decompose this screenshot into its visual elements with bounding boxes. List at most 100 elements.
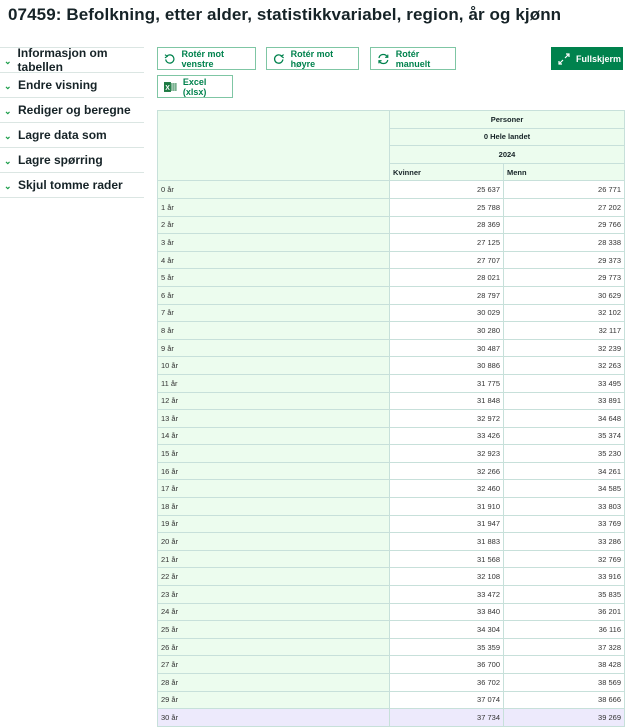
- cell-menn: 26 771: [503, 180, 625, 199]
- cell-kvinner: 31 910: [389, 497, 504, 516]
- cell-menn: 32 263: [503, 356, 625, 375]
- header-statistic: Personer: [389, 110, 625, 129]
- cell-kvinner: 27 125: [389, 233, 504, 252]
- sidebar-item-label: Endre visning: [18, 78, 98, 92]
- row-label: 9 år: [157, 338, 390, 358]
- rotate-right-button[interactable]: Rotér mot høyre: [266, 47, 359, 70]
- row-label: 3 år: [157, 233, 390, 252]
- page-title: 07459: Befolkning, etter alder, statisti…: [8, 5, 562, 24]
- cell-kvinner: 36 702: [389, 673, 504, 692]
- table-row: 12 år 31 848 33 891: [157, 391, 625, 411]
- table-row: 8 år 30 280 32 117: [157, 321, 625, 340]
- excel-download-button[interactable]: X Excel (xlsx): [157, 75, 233, 98]
- sidebar-item-lagre-data[interactable]: ⌄ Lagre data som: [0, 123, 144, 148]
- cell-kvinner: 35 359: [389, 637, 504, 657]
- chevron-down-icon: ⌄: [4, 56, 12, 66]
- cell-menn: 33 495: [503, 373, 625, 393]
- header-year: 2024: [389, 145, 625, 164]
- cell-menn: 36 201: [503, 602, 625, 622]
- cell-kvinner: 33 472: [389, 585, 504, 604]
- table-row: 26 år 35 359 37 328: [157, 637, 625, 657]
- cell-kvinner: 31 947: [389, 514, 504, 534]
- rotate-right-icon: [273, 53, 284, 64]
- cell-menn: 38 428: [503, 655, 625, 674]
- table-row: 0 år 25 637 26 771: [157, 180, 625, 199]
- table-body: 0 år 25 637 26 771 1 år 25 788 27 202 2 år 28 3…: [157, 180, 625, 727]
- cell-menn: 34 261: [503, 461, 625, 481]
- chevron-down-icon: ⌄: [4, 181, 12, 191]
- cell-menn: 34 585: [503, 479, 625, 499]
- row-label: 13 år: [157, 409, 390, 428]
- table-row: 15 år 32 923 35 230: [157, 444, 625, 463]
- sidebar-item-lagre-sporring[interactable]: ⌄ Lagre spørring: [0, 148, 144, 173]
- table-row: 19 år 31 947 33 769: [157, 514, 625, 534]
- row-label: 25 år: [157, 620, 390, 639]
- rotate-manual-icon: [378, 53, 389, 64]
- cell-menn: 33 891: [503, 391, 625, 411]
- fullscreen-button[interactable]: Fullskjerm: [551, 47, 623, 70]
- row-label: 2 år: [157, 215, 390, 235]
- excel-label: Excel (xlsx): [182, 76, 207, 97]
- row-label: 5 år: [157, 268, 390, 287]
- cell-kvinner: 32 108: [389, 567, 504, 587]
- table-row: 29 år 37 074 38 666: [157, 690, 625, 710]
- cell-menn: 38 666: [503, 690, 625, 710]
- row-label: 27 år: [157, 655, 390, 674]
- cell-menn: 29 773: [503, 268, 625, 287]
- row-label: 7 år: [157, 303, 390, 323]
- rotate-left-label: Rotér mot venstre: [181, 48, 224, 69]
- table-row: 21 år 31 568 32 769: [157, 549, 625, 569]
- cell-kvinner: 28 797: [389, 285, 504, 305]
- cell-kvinner: 30 280: [389, 321, 504, 340]
- row-label: 0 år: [157, 180, 390, 199]
- table-row: 6 år 28 797 30 629: [157, 285, 625, 305]
- cell-menn: 29 373: [503, 250, 625, 270]
- cell-menn: 32 769: [503, 549, 625, 569]
- sidebar-item-rediger[interactable]: ⌄ Rediger og beregne: [0, 98, 144, 123]
- table-row: 24 år 33 840 36 201: [157, 602, 625, 622]
- row-label: 22 år: [157, 567, 390, 587]
- sidebar-item-informasjon[interactable]: ⌄ Informasjon om tabellen: [0, 46, 144, 74]
- cell-menn: 33 916: [503, 567, 625, 587]
- table-row: 2 år 28 369 29 766: [157, 215, 625, 235]
- row-label: 20 år: [157, 532, 390, 551]
- rotate-left-button[interactable]: Rotér mot venstre: [157, 47, 256, 70]
- table-row: 27 år 36 700 38 428: [157, 655, 625, 674]
- sidebar-item-endre-visning[interactable]: ⌄ Endre visning: [0, 73, 144, 98]
- table-row: 9 år 30 487 32 239: [157, 338, 625, 358]
- cell-menn: 35 835: [503, 585, 625, 604]
- excel-icon: X: [164, 81, 177, 91]
- cell-menn: 27 202: [503, 197, 625, 217]
- row-label: 6 år: [157, 285, 390, 305]
- cell-kvinner: 30 487: [389, 338, 504, 358]
- table-row: 10 år 30 886 32 263: [157, 356, 625, 375]
- row-label: 28 år: [157, 673, 390, 692]
- rotate-manual-label: Rotér manuelt: [395, 48, 431, 69]
- cell-kvinner: 30 029: [389, 303, 504, 323]
- cell-menn: 28 338: [503, 233, 625, 252]
- svg-text:X: X: [165, 84, 170, 91]
- table-row: 13 år 32 972 34 648: [157, 409, 625, 428]
- table-row: 14 år 33 426 35 374: [157, 426, 625, 446]
- table-corner: [157, 109, 390, 182]
- cell-menn: 33 803: [503, 497, 625, 516]
- cell-kvinner: 31 775: [389, 373, 504, 393]
- table-row: 18 år 31 910 33 803: [157, 497, 625, 516]
- row-label: 14 år: [157, 426, 390, 446]
- cell-kvinner: 32 460: [389, 479, 504, 499]
- cell-kvinner: 31 883: [389, 532, 504, 551]
- table-row: 25 år 34 304 36 116: [157, 620, 625, 639]
- cell-kvinner: 32 266: [389, 461, 504, 481]
- cell-kvinner: 32 923: [389, 444, 504, 463]
- data-table: Personer 0 Hele landet 2024 Kvinner Menn …: [157, 109, 625, 727]
- row-label: 16 år: [157, 461, 390, 481]
- cell-kvinner: 27 707: [389, 250, 504, 270]
- header-menn: Menn: [503, 162, 625, 182]
- rotate-manual-button[interactable]: Rotér manuelt: [370, 47, 456, 70]
- cell-kvinner: 37 734: [389, 708, 504, 727]
- row-label: 26 år: [157, 637, 390, 657]
- row-label: 11 år: [157, 373, 390, 393]
- cell-menn: 33 769: [503, 514, 625, 534]
- sidebar-item-skjul-tomme[interactable]: ⌄ Skjul tomme rader: [0, 173, 144, 198]
- cell-menn: 32 102: [503, 303, 625, 323]
